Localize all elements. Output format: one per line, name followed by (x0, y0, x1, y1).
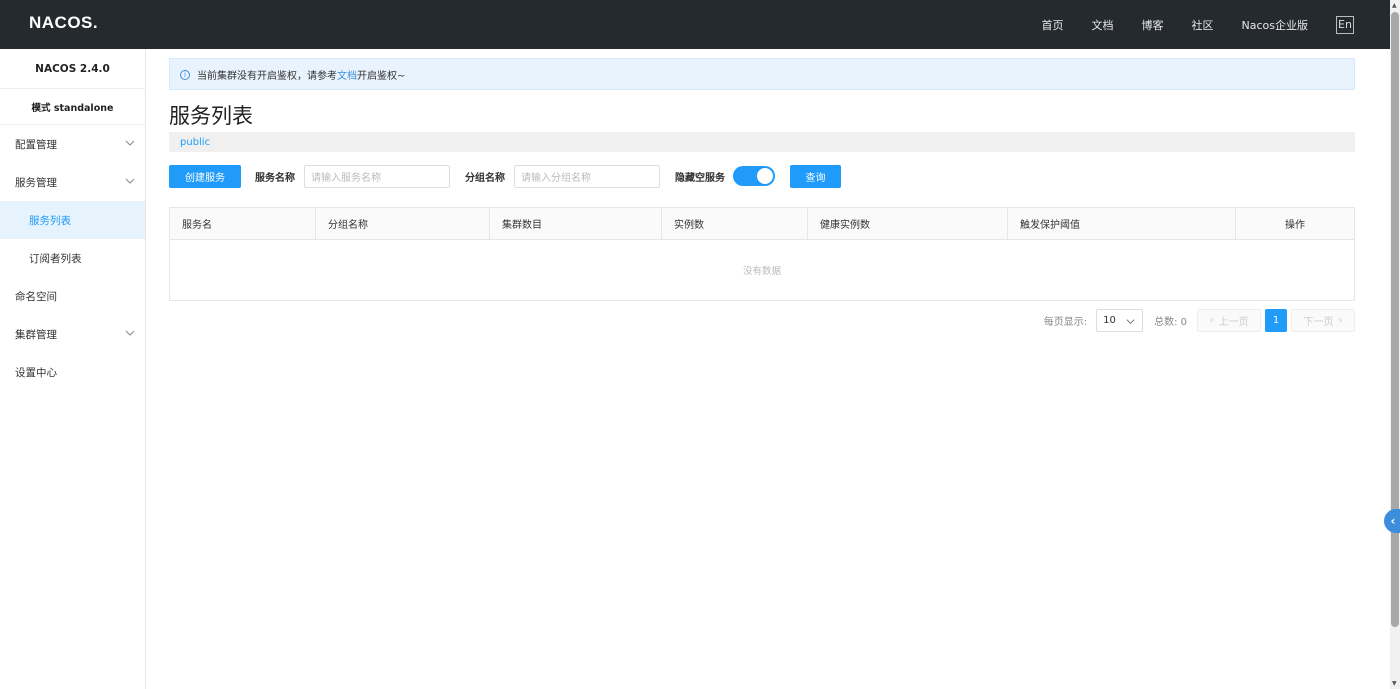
vertical-scrollbar[interactable]: ▲ ▼ (1390, 0, 1400, 689)
scrollbar-thumb[interactable] (1391, 12, 1399, 627)
info-icon: i (180, 70, 190, 80)
service-name-input[interactable]: 请输入服务名称 (304, 164, 450, 188)
page-size-value: 10 (1103, 314, 1116, 326)
prev-page-button[interactable]: ‹ 上一页 (1197, 308, 1261, 332)
nav-community[interactable]: 社区 (1192, 17, 1214, 33)
prev-page-label: 上一页 (1218, 316, 1249, 328)
sidebar-item-label: 设置中心 (15, 366, 57, 379)
nav-docs[interactable]: 文档 (1092, 17, 1114, 33)
chevron-down-icon (125, 140, 135, 146)
page-number-1[interactable]: 1 (1265, 308, 1287, 332)
query-button[interactable]: 查询 (790, 164, 841, 188)
scroll-down-arrow-icon[interactable]: ▼ (1392, 680, 1397, 687)
table-header: 服务名 分组名称 集群数目 实例数 健康实例数 触发保护阈值 操作 (170, 208, 1354, 240)
sidebar-item-service-list[interactable]: 服务列表 (0, 201, 145, 239)
nav-enterprise[interactable]: Nacos企业版 (1242, 17, 1308, 33)
chevron-left-icon[interactable]: ‹ (1384, 509, 1400, 533)
column-group-name: 分组名称 (316, 208, 490, 239)
sidebar-item-label: 服务列表 (29, 214, 71, 227)
nav-blog[interactable]: 博客 (1142, 17, 1164, 33)
chevron-down-icon (125, 178, 135, 184)
empty-state: 没有数据 (742, 266, 781, 277)
page-size-label: 每页显示: (1043, 316, 1088, 328)
top-nav: 首页 文档 博客 社区 Nacos企业版 En (1014, 0, 1354, 49)
next-page-button[interactable]: 下一页 › (1291, 308, 1355, 332)
chevron-right-icon: › (1338, 314, 1343, 326)
chevron-down-icon (125, 330, 135, 336)
language-toggle-button[interactable]: En (1336, 15, 1354, 34)
toggle-knob (757, 168, 773, 184)
sidebar-item-label: 命名空间 (15, 290, 57, 303)
create-service-button[interactable]: 创建服务 (169, 164, 241, 188)
auth-notice: i 当前集群没有开启鉴权，请参考 文档 开启鉴权~ (169, 58, 1355, 90)
sidebar-item-subscriber-list[interactable]: 订阅者列表 (0, 239, 145, 277)
group-name-label: 分组名称 (465, 172, 505, 184)
page-title: 服务列表 (169, 104, 253, 128)
nav-home[interactable]: 首页 (1042, 17, 1064, 33)
column-instance-count: 实例数 (662, 208, 808, 239)
nacos-logo[interactable]: NACOS. (29, 13, 98, 33)
notice-suffix: 开启鉴权~ (357, 70, 406, 82)
total-count: 总数: 0 (1154, 316, 1187, 328)
group-name-input[interactable]: 请输入分组名称 (514, 164, 660, 188)
sidebar-item-namespace[interactable]: 命名空间 (0, 277, 145, 315)
hide-empty-service-label: 隐藏空服务 (675, 172, 725, 184)
sidebar: NACOS 2.4.0 模式 standalone 配置管理 服务管理 服务列表… (0, 49, 146, 689)
sidebar-item-label: 订阅者列表 (29, 252, 82, 265)
column-actions: 操作 (1285, 220, 1305, 231)
service-name-label: 服务名称 (255, 172, 295, 184)
column-healthy-instance-count: 健康实例数 (808, 208, 1008, 239)
sidebar-item-label: 服务管理 (15, 176, 57, 189)
top-header: NACOS. 首页 文档 博客 社区 Nacos企业版 En (0, 0, 1390, 49)
sidebar-item-settings-center[interactable]: 设置中心 (0, 353, 145, 391)
next-page-label: 下一页 (1303, 316, 1334, 328)
namespace-tab-public[interactable]: public (180, 137, 210, 148)
chevron-left-icon: ‹ (1209, 314, 1214, 326)
sidebar-item-service-management[interactable]: 服务管理 (0, 163, 145, 201)
search-toolbar: 创建服务 服务名称 请输入服务名称 分组名称 请输入分组名称 隐藏空服务 查询 (169, 164, 1355, 188)
notice-docs-link[interactable]: 文档 (337, 67, 357, 82)
sidebar-item-cluster-management[interactable]: 集群管理 (0, 315, 145, 353)
page-size-select[interactable]: 10 (1096, 308, 1144, 332)
mode-label: 模式 standalone (0, 89, 145, 125)
namespace-tabs: public (169, 132, 1355, 152)
column-service-name: 服务名 (170, 208, 316, 239)
sidebar-item-label: 配置管理 (15, 138, 57, 151)
pagination: 每页显示: 10 总数: 0 ‹ 上一页 1 下一页 › (169, 308, 1355, 332)
hide-empty-service-toggle[interactable] (733, 166, 775, 186)
scroll-up-arrow-icon[interactable]: ▲ (1392, 2, 1397, 9)
sidebar-item-config-management[interactable]: 配置管理 (0, 125, 145, 163)
service-table: 服务名 分组名称 集群数目 实例数 健康实例数 触发保护阈值 操作 没有数据 (169, 207, 1355, 301)
main-content: i 当前集群没有开启鉴权，请参考 文档 开启鉴权~ 服务列表 public 创建服务… (169, 49, 1355, 332)
version-label: NACOS 2.4.0 (0, 49, 145, 89)
column-protect-threshold: 触发保护阈值 (1008, 208, 1236, 239)
notice-prefix: 当前集群没有开启鉴权，请参考 (197, 70, 337, 82)
sidebar-item-label: 集群管理 (15, 328, 57, 341)
chevron-down-icon (1126, 318, 1135, 324)
column-cluster-count: 集群数目 (490, 208, 662, 239)
